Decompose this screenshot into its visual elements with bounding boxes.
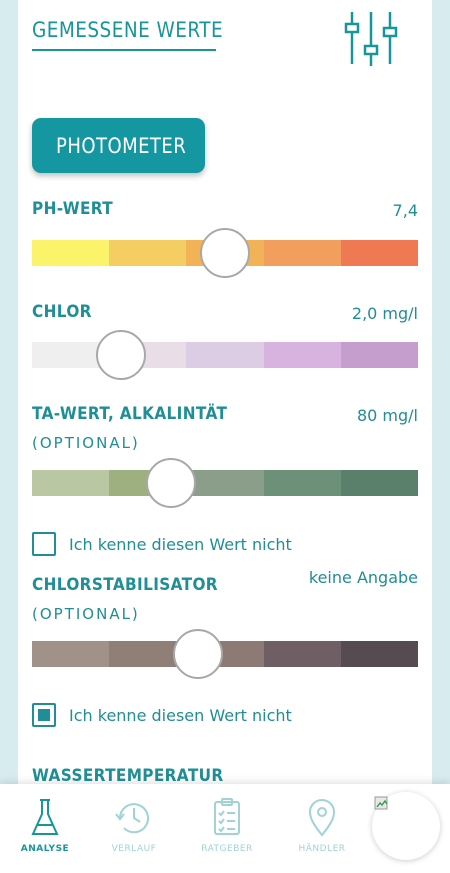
ta-label: TA-WERT, ALKALINTÄT	[32, 404, 228, 424]
scale-segment	[340, 240, 419, 266]
stab-unknown-checkbox-row[interactable]: Ich kenne diesen Wert nicht	[32, 703, 292, 727]
chlor-label: CHLOR	[32, 302, 92, 322]
ta-optional: (OPTIONAL)	[32, 434, 140, 452]
ph-value: 7,4	[392, 201, 418, 220]
stab-unknown-checkbox[interactable]	[32, 703, 56, 727]
stab-unknown-label: Ich kenne diesen Wert nicht	[69, 705, 292, 725]
scale-segment	[263, 342, 341, 368]
location-pin-icon	[308, 799, 336, 837]
nav-label-ratgeber: RATGEBER	[201, 844, 253, 854]
chlor-slider-knob[interactable]	[95, 330, 146, 380]
stab-value: keine Angabe	[308, 568, 418, 587]
nav-label-haendler: HÄNDLER	[298, 844, 346, 854]
chlor-scale[interactable]	[32, 342, 419, 368]
ta-unknown-label: Ich kenne diesen Wert nicht	[69, 534, 292, 554]
stab-label: CHLORSTABILISATOR	[32, 575, 218, 595]
history-icon	[115, 803, 149, 834]
nav-item-analyse[interactable]: ANALYSE	[0, 784, 90, 873]
title-underline	[32, 49, 216, 51]
scale-segment	[32, 240, 110, 266]
scale-segment	[32, 470, 110, 496]
photometer-label: PHOTOMETER	[56, 133, 187, 158]
stab-slider-knob[interactable]	[172, 629, 223, 679]
filter-sliders-icon[interactable]	[340, 8, 402, 70]
chlor-value: 2,0 mg/l	[351, 304, 418, 323]
stab-scale[interactable]	[32, 641, 419, 667]
ta-slider-knob[interactable]	[145, 458, 196, 508]
scale-segment	[263, 470, 341, 496]
ta-unknown-checkbox[interactable]	[32, 532, 56, 556]
nav-label-analyse: ANALYSE	[20, 844, 70, 854]
scale-segment	[263, 240, 341, 266]
scale-segment	[263, 641, 341, 667]
scale-segment	[32, 641, 110, 667]
ta-value: 80 mg/l	[356, 406, 418, 425]
scale-segment	[340, 641, 419, 667]
clipboard-icon	[214, 798, 240, 835]
broken-image-icon	[374, 796, 388, 810]
stab-optional: (OPTIONAL)	[32, 605, 140, 623]
scale-segment	[109, 240, 187, 266]
nav-item-haendler[interactable]: HÄNDLER	[277, 784, 367, 873]
flask-icon	[31, 799, 59, 835]
nav-label-verlauf: VERLAUF	[111, 844, 157, 854]
ta-scale[interactable]	[32, 470, 419, 496]
ta-unknown-checkbox-row[interactable]: Ich kenne diesen Wert nicht	[32, 532, 292, 556]
photometer-button[interactable]: PHOTOMETER	[32, 118, 205, 173]
scale-segment	[186, 342, 264, 368]
ph-slider-knob[interactable]	[200, 228, 250, 278]
scale-segment	[186, 470, 264, 496]
nav-item-verlauf[interactable]: VERLAUF	[89, 784, 179, 873]
scale-segment	[340, 470, 419, 496]
nav-item-ratgeber[interactable]: RATGEBER	[182, 784, 272, 873]
temp-label: WASSERTEMPERATUR	[32, 766, 224, 786]
ph-label: PH-WERT	[32, 199, 114, 219]
page-title: GEMESSENE WERTE	[32, 18, 224, 42]
profile-avatar-button[interactable]	[372, 792, 440, 860]
scale-segment	[340, 342, 419, 368]
